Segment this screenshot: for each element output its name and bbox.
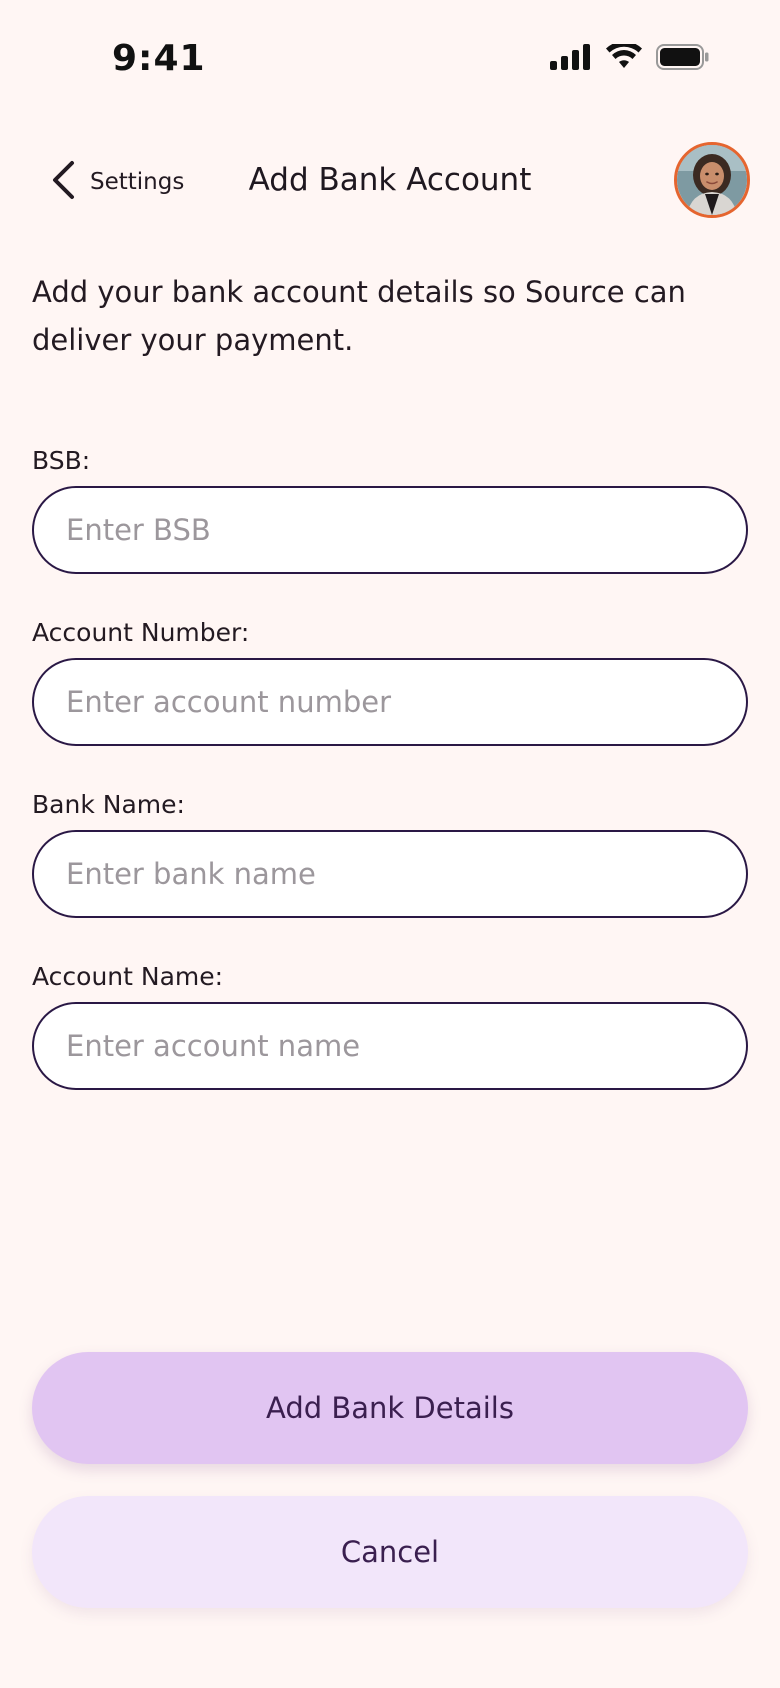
wifi-icon: [606, 41, 642, 74]
bank-name-label: Bank Name:: [32, 790, 185, 819]
status-icons: [550, 41, 710, 74]
bank-name-input[interactable]: [32, 830, 748, 918]
battery-icon: [656, 44, 710, 74]
account-number-label: Account Number:: [32, 618, 250, 647]
back-label: Settings: [90, 169, 185, 195]
account-number-input[interactable]: [32, 658, 748, 746]
add-bank-details-button[interactable]: Add Bank Details: [32, 1352, 748, 1464]
account-name-input[interactable]: [32, 1002, 748, 1090]
bsb-input[interactable]: [32, 486, 748, 574]
signal-icon: [550, 44, 592, 74]
avatar[interactable]: [674, 142, 750, 218]
status-bar: 9:41: [0, 0, 780, 120]
back-button[interactable]: Settings: [50, 160, 184, 204]
avatar-photo: [677, 145, 747, 215]
intro-text: Add your bank account details so Source …: [32, 275, 686, 357]
bsb-label: BSB:: [32, 446, 91, 475]
account-name-label: Account Name:: [32, 962, 224, 991]
chevron-left-icon: [50, 160, 76, 204]
nav-header: Add Bank Account Settings: [0, 130, 780, 230]
status-time: 9:41: [112, 38, 206, 79]
cancel-button[interactable]: Cancel: [32, 1496, 748, 1608]
